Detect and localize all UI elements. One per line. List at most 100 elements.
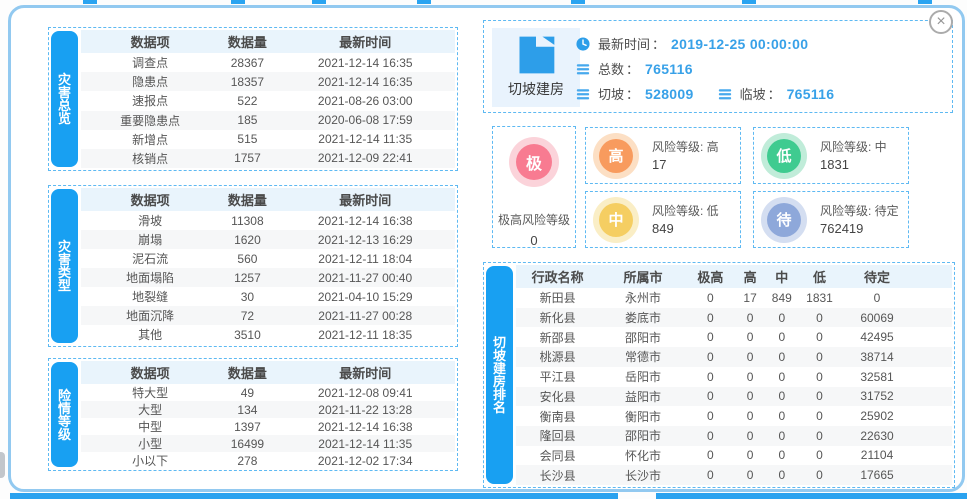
table-header-cell: 所属市 [599,267,686,286]
table-cell: 0 [766,389,798,403]
table-header-row: 数据项数据量最新时间 [81,188,455,211]
table-cell: 185 [219,113,275,127]
table-row: 崩塌16202021-12-13 16:29 [81,230,455,249]
stat-slope-row: 切坡： 528009 临坡： 765116 [576,82,834,105]
table-cell: 17 [734,291,766,305]
stat-value: 2019-12-25 00:00:00 [671,36,808,52]
table-cell: 2021-11-27 00:28 [275,309,455,323]
dashboard-modal: 灾害总览 数据项数据量最新时间调查点283672021-12-14 16:35隐… [8,5,965,492]
table-cell: 0 [734,350,766,364]
table-row: 泥石流5602021-12-11 18:04 [81,249,455,268]
table-cell: 0 [798,468,842,482]
table-header-cell: 数据量 [219,32,275,51]
stat-value: 528009 [645,86,694,102]
list-icon [576,87,590,101]
table-cell: 泥石流 [81,250,219,267]
table-cell: 新化县 [516,309,599,326]
table-cell: 0 [766,330,798,344]
table-row: 核销点17572021-12-09 22:41 [81,149,455,168]
table-row: 新增点5152021-12-14 11:35 [81,130,455,149]
background-fragment [742,0,756,4]
table-cell: 2021-12-02 17:34 [275,454,455,468]
risk-card-text: 风险等级: 中1831 [820,139,887,173]
table-header-cell: 数据量 [219,190,275,209]
table-row: 隐患点183572021-12-14 16:35 [81,72,455,91]
table-cell: 2021-12-11 18:35 [275,328,455,342]
table-cell: 0 [734,409,766,423]
close-button[interactable]: × [929,10,953,34]
table-cell: 0 [734,389,766,403]
table-cell: 2021-12-14 11:35 [275,437,455,451]
table-cell: 永州市 [599,289,686,306]
table-header-row: 数据项数据量最新时间 [81,30,455,53]
table-cell: 地裂缝 [81,288,219,305]
table-row: 新田县永州市01784918310 [516,288,952,308]
risk-value: 1831 [820,156,887,173]
table-cell: 0 [798,389,842,403]
table-cell: 隆回县 [516,427,599,444]
table-row: 新化县娄底市000060069 [516,308,952,328]
table-cell: 2021-12-14 11:35 [275,132,455,146]
danger-levels-table: 数据项数据量最新时间特大型492021-12-08 09:41大型1342021… [81,361,455,468]
table-cell: 42495 [841,330,912,344]
table-row: 衡南县衡阳市000025902 [516,406,952,426]
table-cell: 278 [219,454,275,468]
table-cell: 调查点 [81,54,219,71]
table-cell: 娄底市 [599,309,686,326]
table-header-cell: 高 [734,267,766,286]
table-cell: 60069 [841,311,912,325]
risk-label: 风险等级: 高 [652,139,719,156]
table-cell: 长沙县 [516,467,599,484]
table-cell: 2021-12-13 16:29 [275,233,455,247]
table-row: 小型164992021-12-14 11:35 [81,435,455,452]
stat-label: 总数 [598,59,624,78]
table-cell: 0 [734,330,766,344]
table-cell: 小以下 [81,452,219,469]
screenshot-root: { "window": { "close_icon": "×" }, "left… [0,0,967,499]
ranking-table: 行政名称所属市极高高中低待定新田县永州市01784918310新化县娄底市000… [516,265,952,485]
table-cell: 隐患点 [81,73,219,90]
panel-disaster-types: 灾害类型 数据项数据量最新时间滑坡113082021-12-14 16:38崩塌… [48,185,458,347]
stat-label: 切坡 [598,84,624,103]
table-cell: 25902 [841,409,912,423]
table-cell: 560 [219,252,275,266]
table-row: 特大型492021-12-08 09:41 [81,384,455,401]
table-row: 速报点5222021-08-26 03:00 [81,91,455,110]
table-cell: 1257 [219,271,275,285]
table-cell: 其他 [81,326,219,343]
table-header-cell: 数据项 [81,190,219,209]
risk-badge-extreme: 极 [516,144,552,180]
table-cell: 速报点 [81,92,219,109]
background-scrollbar-fragment [0,452,5,478]
table-cell: 849 [766,291,798,305]
table-cell: 桃源县 [516,348,599,365]
table-cell: 0 [766,311,798,325]
background-fragment [571,0,585,4]
list-icon [718,87,732,101]
table-header-row: 数据项数据量最新时间 [81,361,455,384]
table-cell: 地面沉降 [81,307,219,324]
table-cell: 2021-04-10 15:29 [275,290,455,304]
table-cell: 2021-12-14 16:38 [275,214,455,228]
table-cell: 0 [687,330,735,344]
table-cell: 2021-12-14 16:38 [275,420,455,434]
table-row: 中型13972021-12-14 16:38 [81,418,455,435]
table-row: 桃源县常德市000038714 [516,347,952,367]
stat-total: 总数： 765116 [576,57,834,80]
table-cell: 31752 [841,389,912,403]
table-cell: 邵阳市 [599,427,686,444]
table-cell: 2021-08-26 03:00 [275,94,455,108]
table-cell: 大型 [81,401,219,418]
risk-label: 风险等级: 中 [820,139,887,156]
table-cell: 核销点 [81,150,219,167]
table-row: 新邵县邵阳市000042495 [516,327,952,347]
disaster-types-table: 数据项数据量最新时间滑坡113082021-12-14 16:38崩塌16202… [81,188,455,344]
table-cell: 0 [687,311,735,325]
panel-slope-housing-ranking: 切坡建房排名 行政名称所属市极高高中低待定新田县永州市01784918310新化… [483,262,955,488]
background-fragment [656,493,967,499]
table-cell: 平江县 [516,368,599,385]
table-cell: 0 [798,448,842,462]
stat-value: 765116 [787,86,835,102]
table-cell: 新增点 [81,131,219,148]
table-cell: 22630 [841,429,912,443]
